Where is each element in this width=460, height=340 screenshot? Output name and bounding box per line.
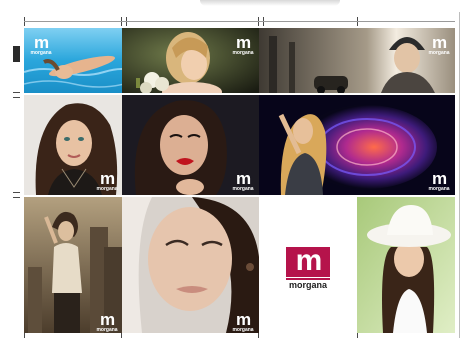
- photo-tile-white-hat[interactable]: [357, 197, 455, 333]
- brand-name: morgana: [232, 327, 254, 333]
- brand-name: morgana: [96, 186, 118, 192]
- photo-tile-bride-flowers[interactable]: m morgana: [122, 28, 259, 93]
- white-hat-photo: [357, 197, 455, 333]
- brand-mark: m: [33, 33, 49, 52]
- brand-name: morgana: [232, 50, 254, 56]
- window-shadow: [200, 0, 340, 6]
- photo-tile-brunette-portrait[interactable]: m morgana: [24, 95, 122, 195]
- brand-badge: m morgana: [426, 170, 452, 192]
- photo-tile-city-ruins[interactable]: m morgana: [24, 197, 122, 333]
- photo-tile-closeup-face[interactable]: m morgana: [122, 197, 259, 333]
- brand-name: morgana: [96, 327, 118, 333]
- print-sheet-preview: m morgana m morgana m morgana m morgana …: [0, 0, 460, 340]
- brand-badge: m morgana: [426, 34, 452, 56]
- brand-name: morgana: [428, 50, 450, 56]
- brand-mark: m: [431, 169, 447, 188]
- photo-tile-blonde-lights[interactable]: m morgana: [259, 95, 455, 195]
- brand-mark: m: [99, 310, 115, 329]
- brand-badge: m morgana: [28, 34, 54, 56]
- brand-mark: m: [99, 169, 115, 188]
- brand-mark: m: [235, 169, 251, 188]
- brand-badge: m morgana: [94, 311, 120, 333]
- brand-badge: m morgana: [230, 311, 256, 333]
- brand-mark: m: [235, 33, 251, 52]
- crop-mark: [13, 97, 20, 98]
- crop-mark: [13, 197, 20, 198]
- brand-logo-tile[interactable]: m morgana: [259, 197, 357, 333]
- crop-mark: [13, 192, 20, 193]
- photo-tile-beanie-street[interactable]: m morgana: [259, 28, 455, 93]
- brand-logo: m morgana: [259, 246, 357, 290]
- brand-mark: m: [431, 33, 447, 52]
- brand-name: morgana: [428, 186, 450, 192]
- crop-mark: [24, 21, 455, 22]
- photo-tile-pool[interactable]: m morgana: [24, 28, 122, 93]
- brand-badge: m morgana: [94, 170, 120, 192]
- brand-name: morgana: [30, 50, 52, 56]
- crop-mark: [13, 92, 20, 93]
- brand-name: morgana: [232, 186, 254, 192]
- brand-logo-mark: m: [286, 246, 330, 277]
- brand-logo-name: morgana: [288, 280, 327, 290]
- scroll-thumb[interactable]: [13, 46, 20, 62]
- photo-tile-red-lips[interactable]: m morgana: [122, 95, 259, 195]
- brand-mark: m: [235, 310, 251, 329]
- brand-badge: m morgana: [230, 34, 256, 56]
- brand-badge: m morgana: [230, 170, 256, 192]
